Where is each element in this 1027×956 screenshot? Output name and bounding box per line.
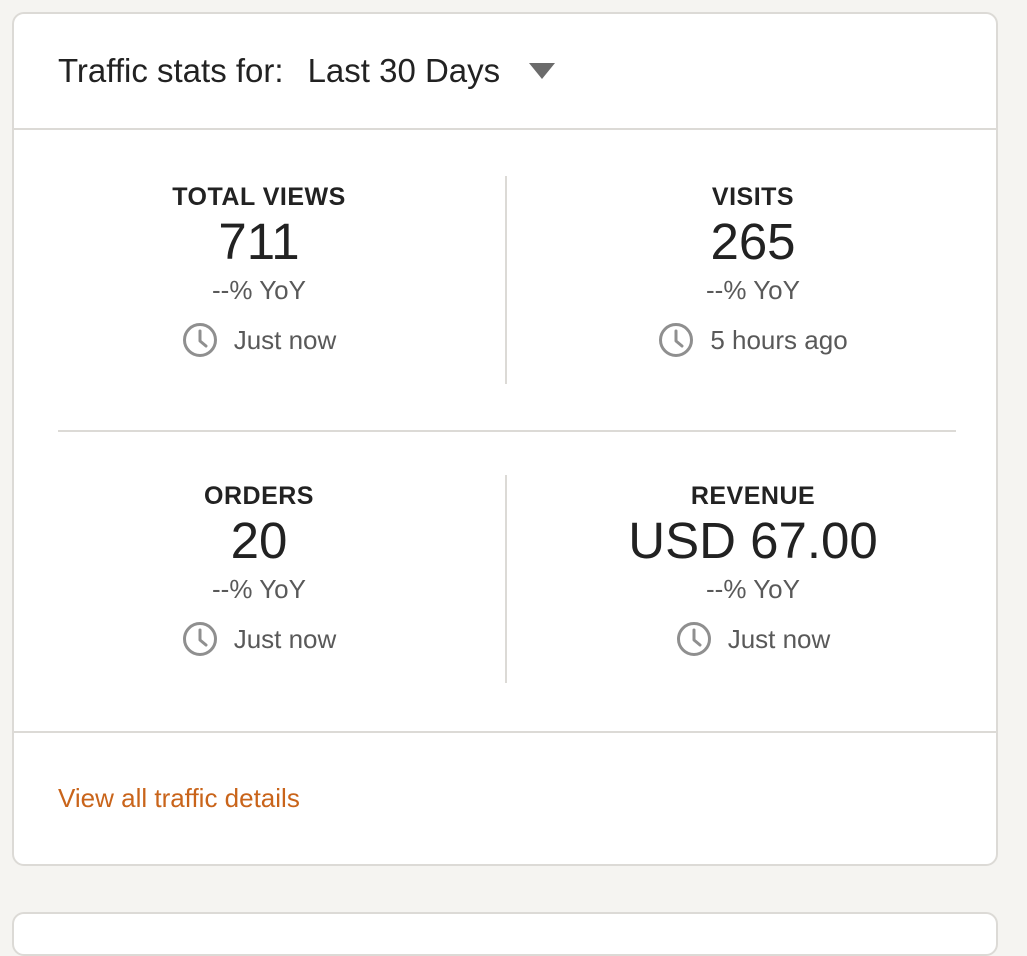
stat-yoy: --% YoY	[212, 275, 306, 305]
stat-yoy: --% YoY	[212, 574, 306, 604]
stat-updated: Just now	[36, 621, 482, 657]
stat-orders: ORDERS 20 --% YoY Just now	[36, 481, 482, 657]
stat-yoy: --% YoY	[706, 275, 800, 305]
stat-visits: VISITS 265 --% YoY 5 hours ago	[530, 182, 976, 358]
next-card-edge	[12, 912, 998, 956]
updated-text: Just now	[727, 624, 831, 654]
view-all-traffic-link[interactable]: View all traffic details	[58, 783, 300, 814]
stat-revenue: REVENUE USD 67.00 --% YoY Just now	[530, 481, 976, 657]
card-header: Traffic stats for: Last 30 Days	[14, 14, 996, 130]
stat-updated: 5 hours ago	[530, 322, 976, 358]
updated-text: Just now	[233, 325, 337, 355]
clock-icon	[182, 622, 217, 656]
vertical-divider	[505, 176, 507, 384]
stats-grid: TOTAL VIEWS 711 --% YoY Just now VISITS …	[14, 130, 996, 730]
stat-label: ORDERS	[204, 482, 314, 510]
stat-label: VISITS	[711, 183, 795, 211]
clock-icon	[659, 323, 694, 357]
stat-value: USD 67.00	[628, 512, 878, 569]
stat-value: 20	[230, 512, 288, 569]
stat-label: TOTAL VIEWS	[172, 183, 346, 211]
updated-text: 5 hours ago	[710, 325, 848, 355]
stat-total-views: TOTAL VIEWS 711 --% YoY Just now	[36, 182, 482, 358]
stat-value: 265	[710, 213, 796, 270]
clock-icon	[182, 323, 217, 357]
period-dropdown[interactable]: Last 30 Days	[308, 52, 556, 90]
clock-icon	[676, 622, 711, 656]
card-footer: View all traffic details	[14, 731, 996, 864]
horizontal-divider	[58, 430, 956, 432]
stat-value: 711	[218, 213, 300, 270]
stat-updated: Just now	[530, 621, 976, 657]
stat-updated: Just now	[36, 322, 482, 358]
stat-label: REVENUE	[690, 482, 816, 510]
updated-text: Just now	[233, 624, 337, 654]
stat-yoy: --% YoY	[706, 574, 800, 604]
header-label: Traffic stats for:	[58, 52, 284, 89]
traffic-stats-card: Traffic stats for: Last 30 Days TOTAL VI…	[12, 12, 998, 866]
period-value: Last 30 Days	[307, 52, 501, 89]
vertical-divider	[505, 475, 507, 683]
caret-down-icon	[529, 63, 556, 79]
